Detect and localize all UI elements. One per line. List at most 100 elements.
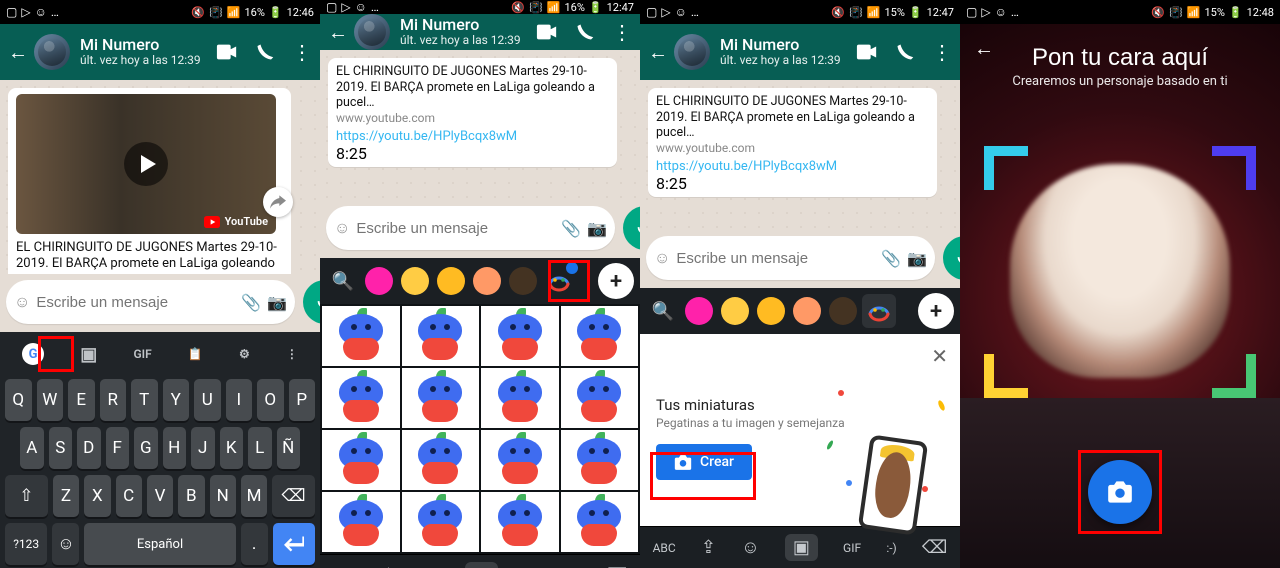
gif-tab[interactable]: GIF <box>133 347 151 361</box>
key-O[interactable]: O <box>257 379 284 421</box>
key-S[interactable]: S <box>49 427 73 469</box>
mic-button[interactable] <box>943 236 960 280</box>
sticker-cell[interactable] <box>561 368 639 428</box>
emoji-icon[interactable]: ☺ <box>334 218 350 238</box>
sticker-cell[interactable] <box>481 368 559 428</box>
sticker-cell[interactable] <box>481 306 559 366</box>
sticker-cell[interactable] <box>322 306 400 366</box>
create-button[interactable]: Crear <box>656 444 752 480</box>
overflow-tab-icon[interactable]: ⋮ <box>286 347 298 361</box>
key-P[interactable]: P <box>289 379 316 421</box>
back-icon[interactable]: ← <box>8 40 28 65</box>
key-D[interactable]: D <box>77 427 101 469</box>
key-N[interactable]: N <box>210 475 236 517</box>
key-U[interactable]: U <box>194 379 221 421</box>
abc-key[interactable]: ABC <box>653 541 676 555</box>
message-bubble[interactable]: EL CHIRINGUITO DE JUGONES Martes 29-10-2… <box>328 58 617 167</box>
avatar[interactable] <box>354 14 390 50</box>
message-input[interactable] <box>356 220 555 237</box>
key-T[interactable]: T <box>131 379 158 421</box>
voice-call-icon[interactable] <box>896 43 914 61</box>
period-key[interactable]: . <box>241 523 268 565</box>
message-bubble[interactable]: YouTube EL CHIRINGUITO DE JUGONES Martes… <box>8 88 291 274</box>
enter-key[interactable] <box>273 523 315 565</box>
message-link[interactable]: https://youtu.be/HPlyBcqx8wM <box>656 159 929 174</box>
message-link[interactable]: https://youtu.be/HPlyBcqx8wM <box>336 129 609 144</box>
key-E[interactable]: E <box>68 379 95 421</box>
camera-icon[interactable]: 📷 <box>907 249 927 268</box>
key-Q[interactable]: Q <box>5 379 32 421</box>
play-icon[interactable] <box>16 94 276 234</box>
sticker-cell[interactable] <box>402 368 480 428</box>
minis-pack-tab[interactable] <box>542 264 576 298</box>
key-I[interactable]: I <box>226 379 253 421</box>
gif-section[interactable]: GIF <box>843 541 861 555</box>
emoji-icon[interactable]: ☺ <box>14 292 30 312</box>
sticker-cell[interactable] <box>402 430 480 490</box>
sticker-section-icon[interactable]: ▣ <box>785 534 818 561</box>
sticker-section-icon[interactable]: ▣ <box>465 562 498 568</box>
key-M[interactable]: M <box>241 475 267 517</box>
message-input[interactable] <box>676 250 875 267</box>
composer-input[interactable]: ☺ 📎 📷 <box>326 206 615 250</box>
message-bubble[interactable]: EL CHIRINGUITO DE JUGONES Martes 29-10-2… <box>648 88 937 197</box>
emoji-icon[interactable]: ☺ <box>654 248 670 268</box>
attach-icon[interactable]: 📎 <box>561 219 581 238</box>
key-L[interactable]: L <box>248 427 272 469</box>
emoji-key[interactable]: ☺ <box>52 523 79 565</box>
key-X[interactable]: X <box>84 475 110 517</box>
key-W[interactable]: W <box>37 379 64 421</box>
key-G[interactable]: G <box>134 427 158 469</box>
share-icon[interactable]: ⇪ <box>701 537 716 558</box>
attach-icon[interactable]: 📎 <box>241 293 261 312</box>
camera-icon[interactable]: 📷 <box>587 219 607 238</box>
sticker-cell[interactable] <box>322 430 400 490</box>
sticker-cell[interactable] <box>402 306 480 366</box>
more-icon[interactable]: ⋮ <box>932 40 952 64</box>
more-icon[interactable]: ⋮ <box>612 20 632 44</box>
avatar[interactable] <box>34 34 70 70</box>
backspace-key[interactable]: ⌫ <box>272 475 315 517</box>
more-icon[interactable]: ⋮ <box>292 40 312 64</box>
chat-area[interactable]: EL CHIRINGUITO DE JUGONES Martes 29-10-2… <box>640 80 960 230</box>
voice-call-icon[interactable] <box>576 23 594 41</box>
space-key[interactable]: Español <box>84 523 235 565</box>
pack-tab-4[interactable] <box>470 264 504 298</box>
video-call-icon[interactable] <box>216 44 238 60</box>
forward-icon[interactable] <box>263 187 293 217</box>
attach-icon[interactable]: 📎 <box>881 249 901 268</box>
search-icon[interactable]: 🔍 <box>646 294 680 328</box>
back-icon[interactable]: ← <box>328 20 348 45</box>
pack-tab-5[interactable] <box>506 264 540 298</box>
key-Y[interactable]: Y <box>163 379 190 421</box>
avatar[interactable] <box>674 34 710 70</box>
shutter-button[interactable] <box>1088 460 1152 524</box>
settings-tab-icon[interactable]: ⚙ <box>239 347 250 361</box>
sticker-cell[interactable] <box>322 368 400 428</box>
emoji-section-icon[interactable]: ☺ <box>741 537 759 558</box>
sticker-cell[interactable] <box>561 430 639 490</box>
add-pack-button[interactable]: + <box>918 293 954 329</box>
key-K[interactable]: K <box>220 427 244 469</box>
mic-button[interactable] <box>623 206 640 250</box>
mic-button[interactable] <box>303 280 320 324</box>
symbols-key[interactable]: ?123 <box>5 523 47 565</box>
pack-tab-1[interactable] <box>682 294 716 328</box>
youtube-preview[interactable]: YouTube <box>16 94 276 234</box>
video-call-icon[interactable] <box>856 44 878 60</box>
voice-call-icon[interactable] <box>256 43 274 61</box>
key-Z[interactable]: Z <box>53 475 79 517</box>
backspace-icon[interactable]: ⌫ <box>922 537 947 558</box>
sticker-cell[interactable] <box>481 430 559 490</box>
pack-tab-2[interactable] <box>718 294 752 328</box>
chat-area[interactable]: EL CHIRINGUITO DE JUGONES Martes 29-10-2… <box>320 50 640 200</box>
pack-tab-5[interactable] <box>826 294 860 328</box>
key-F[interactable]: F <box>106 427 130 469</box>
google-icon[interactable]: G <box>22 343 44 365</box>
composer-input[interactable]: ☺ 📎 📷 <box>646 236 935 280</box>
sticker-keyboard[interactable]: 🔍 + ✕ Tus miniaturas Pegatinas a tu im <box>640 288 960 568</box>
key-J[interactable]: J <box>191 427 215 469</box>
pack-tab-3[interactable] <box>434 264 468 298</box>
sticker-keyboard[interactable]: 🔍 + ABC ⇪ ☺ ▣ GIF :-) ⌫ <box>320 258 640 568</box>
key-H[interactable]: H <box>163 427 187 469</box>
